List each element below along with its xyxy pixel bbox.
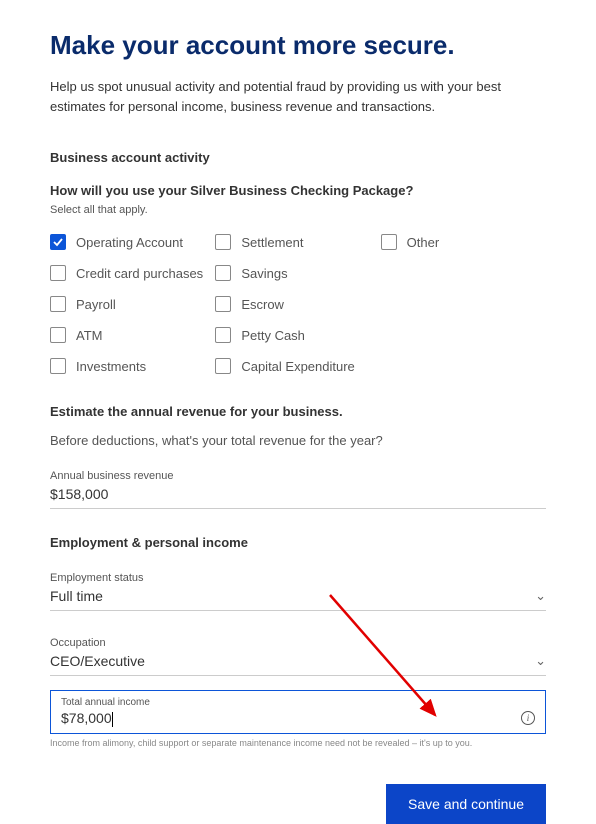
checkbox-label: Capital Expenditure [241, 359, 354, 374]
chevron-down-icon: ⌄ [535, 588, 546, 604]
checkbox-investments[interactable]: Investments [50, 358, 215, 374]
checkbox-label: Other [407, 235, 440, 250]
checkbox-box [215, 234, 231, 250]
info-icon[interactable]: i [521, 711, 535, 725]
annotation-arrow [0, 0, 596, 797]
checkbox-label: Savings [241, 266, 287, 281]
checkbox-other[interactable]: Other [381, 234, 546, 250]
annual-revenue-label: Annual business revenue [50, 470, 546, 482]
checkbox-box [215, 265, 231, 281]
checkbox-box [50, 327, 66, 343]
usage-hint: Select all that apply. [50, 204, 546, 216]
intro-text: Help us spot unusual activity and potent… [50, 77, 546, 116]
occupation-label: Occupation [50, 637, 546, 649]
chevron-down-icon: ⌄ [535, 653, 546, 669]
employment-status-value: Full time [50, 588, 103, 604]
occupation-value: CEO/Executive [50, 653, 145, 669]
total-income-label: Total annual income [61, 697, 535, 708]
checkbox-label: Operating Account [76, 235, 183, 250]
checkbox-label: ATM [76, 328, 102, 343]
checkbox-box [50, 265, 66, 281]
total-income-value: $78,000 [61, 710, 112, 726]
checkbox-box [50, 358, 66, 374]
checkbox-settlement[interactable]: Settlement [215, 234, 380, 250]
income-disclaimer: Income from alimony, child support or se… [50, 738, 546, 748]
revenue-title: Estimate the annual revenue for your bus… [50, 404, 546, 419]
occupation-select[interactable]: CEO/Executive ⌄ [50, 651, 546, 676]
checkbox-label: Payroll [76, 297, 116, 312]
total-income-field[interactable]: Total annual income $78,000 i [50, 690, 546, 734]
page-title: Make your account more secure. [50, 30, 546, 61]
employment-status-select[interactable]: Full time ⌄ [50, 586, 546, 611]
checkbox-box [215, 327, 231, 343]
checkbox-credit-card-purchases[interactable]: Credit card purchases [50, 265, 215, 281]
checkbox-box [50, 234, 66, 250]
checkbox-savings[interactable]: Savings [215, 265, 380, 281]
revenue-subtext: Before deductions, what's your total rev… [50, 433, 546, 448]
checkbox-petty-cash[interactable]: Petty Cash [215, 327, 380, 343]
annual-revenue-value: $158,000 [50, 486, 108, 502]
checkbox-payroll[interactable]: Payroll [50, 296, 215, 312]
employment-title: Employment & personal income [50, 535, 546, 550]
checkbox-label: Settlement [241, 235, 303, 250]
business-activity-title: Business account activity [50, 150, 546, 165]
checkbox-box [215, 296, 231, 312]
checkbox-box [381, 234, 397, 250]
checkbox-box [215, 358, 231, 374]
checkbox-operating-account[interactable]: Operating Account [50, 234, 215, 250]
checkbox-capital-expenditure[interactable]: Capital Expenditure [215, 358, 380, 374]
checkbox-label: Escrow [241, 297, 284, 312]
checkbox-escrow[interactable]: Escrow [215, 296, 380, 312]
save-continue-button[interactable]: Save and continue [386, 784, 546, 824]
checkbox-label: Petty Cash [241, 328, 305, 343]
usage-question: How will you use your Silver Business Ch… [50, 183, 546, 198]
annual-revenue-field[interactable]: $158,000 [50, 484, 546, 509]
checkbox-label: Investments [76, 359, 146, 374]
checkbox-atm[interactable]: ATM [50, 327, 215, 343]
checkbox-box [50, 296, 66, 312]
checkbox-label: Credit card purchases [76, 266, 203, 281]
employment-status-label: Employment status [50, 572, 546, 584]
